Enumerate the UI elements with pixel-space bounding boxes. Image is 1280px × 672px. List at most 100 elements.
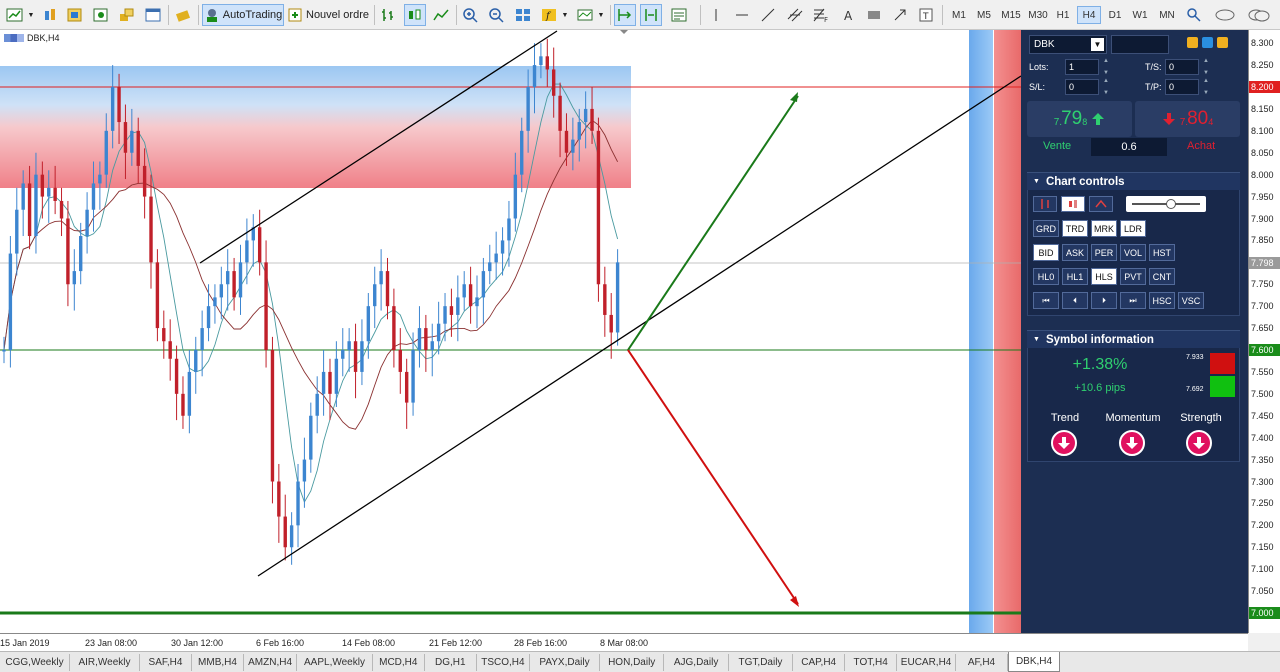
chart-tab[interactable]: AIR,Weekly xyxy=(70,654,140,671)
data-window-icon[interactable] xyxy=(90,4,112,26)
bearish-projection-arrow[interactable] xyxy=(627,349,799,605)
timeframe-h1[interactable]: H1 xyxy=(1052,6,1074,24)
hl1-toggle[interactable]: HL1 xyxy=(1062,268,1088,285)
chart-tab[interactable]: EUCAR,H4 xyxy=(897,654,956,671)
vol-toggle[interactable]: VOL xyxy=(1120,244,1146,261)
hl0-toggle[interactable]: HL0 xyxy=(1033,268,1059,285)
time-axis[interactable]: 15 Jan 2019 23 Jan 08:00 30 Jan 12:00 6 Feb… xyxy=(0,633,1248,651)
market-watch-icon[interactable] xyxy=(64,4,86,26)
chart-tab[interactable]: AJG,Daily xyxy=(664,654,729,671)
chart-tab[interactable]: MCD,H4 xyxy=(373,654,425,671)
ask-toggle[interactable]: ASK xyxy=(1062,244,1088,261)
profiles-icon[interactable] xyxy=(40,4,62,26)
indicators-icon[interactable]: f xyxy=(538,4,560,26)
timeframe-m15[interactable]: M15 xyxy=(998,6,1024,24)
hls-toggle[interactable]: HLS xyxy=(1091,268,1117,285)
buy-price-button[interactable]: 7. 80 4 xyxy=(1135,101,1240,137)
hst-toggle[interactable]: HST xyxy=(1149,244,1175,261)
last-bar-button[interactable]: ⏭ xyxy=(1120,292,1146,309)
zoom-out-icon[interactable] xyxy=(486,4,508,26)
symbol-select[interactable]: DBK ▼ xyxy=(1029,35,1107,54)
chart-tab[interactable]: TOT,H4 xyxy=(845,654,898,671)
vertical-line-icon[interactable] xyxy=(708,4,724,26)
previous-bar-button[interactable]: ⏴ xyxy=(1062,292,1088,309)
chevron-down-icon[interactable]: ▼ xyxy=(26,4,36,26)
timeframe-m5[interactable]: M5 xyxy=(973,6,995,24)
chart-tab[interactable]: PAYX,Daily xyxy=(530,654,600,671)
chart-tab[interactable]: SAF,H4 xyxy=(140,654,192,671)
sell-label[interactable]: Vente xyxy=(1043,140,1071,152)
chart-tab[interactable]: CAP,H4 xyxy=(793,654,846,671)
new-chart-icon[interactable] xyxy=(4,4,26,26)
lock-icon[interactable] xyxy=(1217,37,1228,48)
lots-input[interactable]: 1 xyxy=(1065,59,1099,75)
chevron-down-icon[interactable]: ▼ xyxy=(1091,38,1104,51)
mrk-toggle[interactable]: MRK xyxy=(1091,220,1117,237)
bar-chart-icon[interactable] xyxy=(378,4,400,26)
ldr-toggle[interactable]: LDR xyxy=(1120,220,1146,237)
chart-tab[interactable]: DG,H1 xyxy=(425,654,477,671)
line-chart-icon[interactable] xyxy=(1089,196,1113,212)
per-toggle[interactable]: PER xyxy=(1091,244,1117,261)
next-bar-button[interactable]: ⏵ xyxy=(1091,292,1117,309)
buy-label[interactable]: Achat xyxy=(1187,140,1215,152)
zoom-slider[interactable] xyxy=(1126,196,1206,212)
fibonacci-icon[interactable]: F xyxy=(810,4,832,26)
chart-tab[interactable]: AAPL,Weekly xyxy=(297,654,373,671)
strategy-tester-icon[interactable] xyxy=(172,4,194,26)
community-icon[interactable] xyxy=(1244,4,1274,26)
timeframe-m30[interactable]: M30 xyxy=(1025,6,1051,24)
ts-input[interactable]: 0 xyxy=(1165,59,1199,75)
chart-tab[interactable]: HON,Daily xyxy=(600,654,665,671)
grd-toggle[interactable]: GRD xyxy=(1033,220,1059,237)
price-axis[interactable]: 8.300 8.250 8.200 8.150 8.100 8.050 8.000 7.950… xyxy=(1248,30,1280,633)
timeframe-h4[interactable]: H4 xyxy=(1077,6,1101,24)
lots-stepper[interactable]: ▲ ▼ xyxy=(1102,58,1110,76)
chart-tab[interactable]: DBK,H4 xyxy=(1008,652,1060,672)
bullish-projection-arrow[interactable] xyxy=(627,95,799,351)
ts-stepper[interactable]: ▲ ▼ xyxy=(1202,58,1210,76)
slider-thumb[interactable] xyxy=(1166,199,1176,209)
templates-icon[interactable] xyxy=(574,4,596,26)
line-chart-icon[interactable] xyxy=(430,4,452,26)
chart-controls-header[interactable]: ▼ Chart controls xyxy=(1027,172,1240,190)
timeframe-d1[interactable]: D1 xyxy=(1104,6,1126,24)
navigator-icon[interactable] xyxy=(116,4,138,26)
new-order-button[interactable]: Nouvel ordre xyxy=(286,4,370,26)
sl-input[interactable]: 0 xyxy=(1065,79,1099,95)
chart-tab[interactable]: MMB,H4 xyxy=(192,654,244,671)
hsc-toggle[interactable]: HSC xyxy=(1149,292,1175,309)
candlestick-chart-icon[interactable] xyxy=(404,4,426,26)
properties-icon[interactable] xyxy=(668,4,690,26)
autotrading-button[interactable]: AutoTrading xyxy=(202,4,284,26)
sl-stepper[interactable]: ▲ ▼ xyxy=(1102,78,1110,96)
first-bar-button[interactable]: ⏮ xyxy=(1033,292,1059,309)
chevron-down-icon[interactable]: ▼ xyxy=(560,4,570,26)
chart-shift-icon[interactable] xyxy=(640,4,662,26)
trendline-icon[interactable] xyxy=(758,4,778,26)
text-tool-icon[interactable]: A xyxy=(838,4,860,26)
terminal-icon[interactable] xyxy=(142,4,164,26)
bar-chart-icon[interactable] xyxy=(1033,196,1057,212)
chart-tab[interactable]: AF,H4 xyxy=(956,654,1008,671)
vsc-toggle[interactable]: VSC xyxy=(1178,292,1204,309)
horizontal-line-icon[interactable] xyxy=(732,4,752,26)
zoom-in-icon[interactable] xyxy=(460,4,482,26)
bid-toggle[interactable]: BID xyxy=(1033,244,1059,261)
cnt-toggle[interactable]: CNT xyxy=(1149,268,1175,285)
auto-scroll-icon[interactable] xyxy=(614,4,636,26)
chat-icon[interactable] xyxy=(1212,4,1238,26)
chart-tab[interactable]: TSCO,H4 xyxy=(477,654,530,671)
settings-gold-icon[interactable] xyxy=(1187,37,1198,48)
symbol-info-header[interactable]: ▼ Symbol information xyxy=(1027,330,1240,348)
sell-price-button[interactable]: 7. 79 8 xyxy=(1027,101,1132,137)
tp-input[interactable]: 0 xyxy=(1165,79,1199,95)
chart-tab[interactable]: AMZN,H4 xyxy=(244,654,298,671)
settings-gear-icon[interactable] xyxy=(1202,37,1213,48)
trd-toggle[interactable]: TRD xyxy=(1062,220,1088,237)
timeframe-w1[interactable]: W1 xyxy=(1129,6,1151,24)
chart-tab[interactable]: CGG,Weekly xyxy=(0,654,70,671)
tp-stepper[interactable]: ▲ ▼ xyxy=(1202,78,1210,96)
chart-shift-marker[interactable] xyxy=(620,30,628,34)
timeframe-mn[interactable]: MN xyxy=(1154,6,1180,24)
